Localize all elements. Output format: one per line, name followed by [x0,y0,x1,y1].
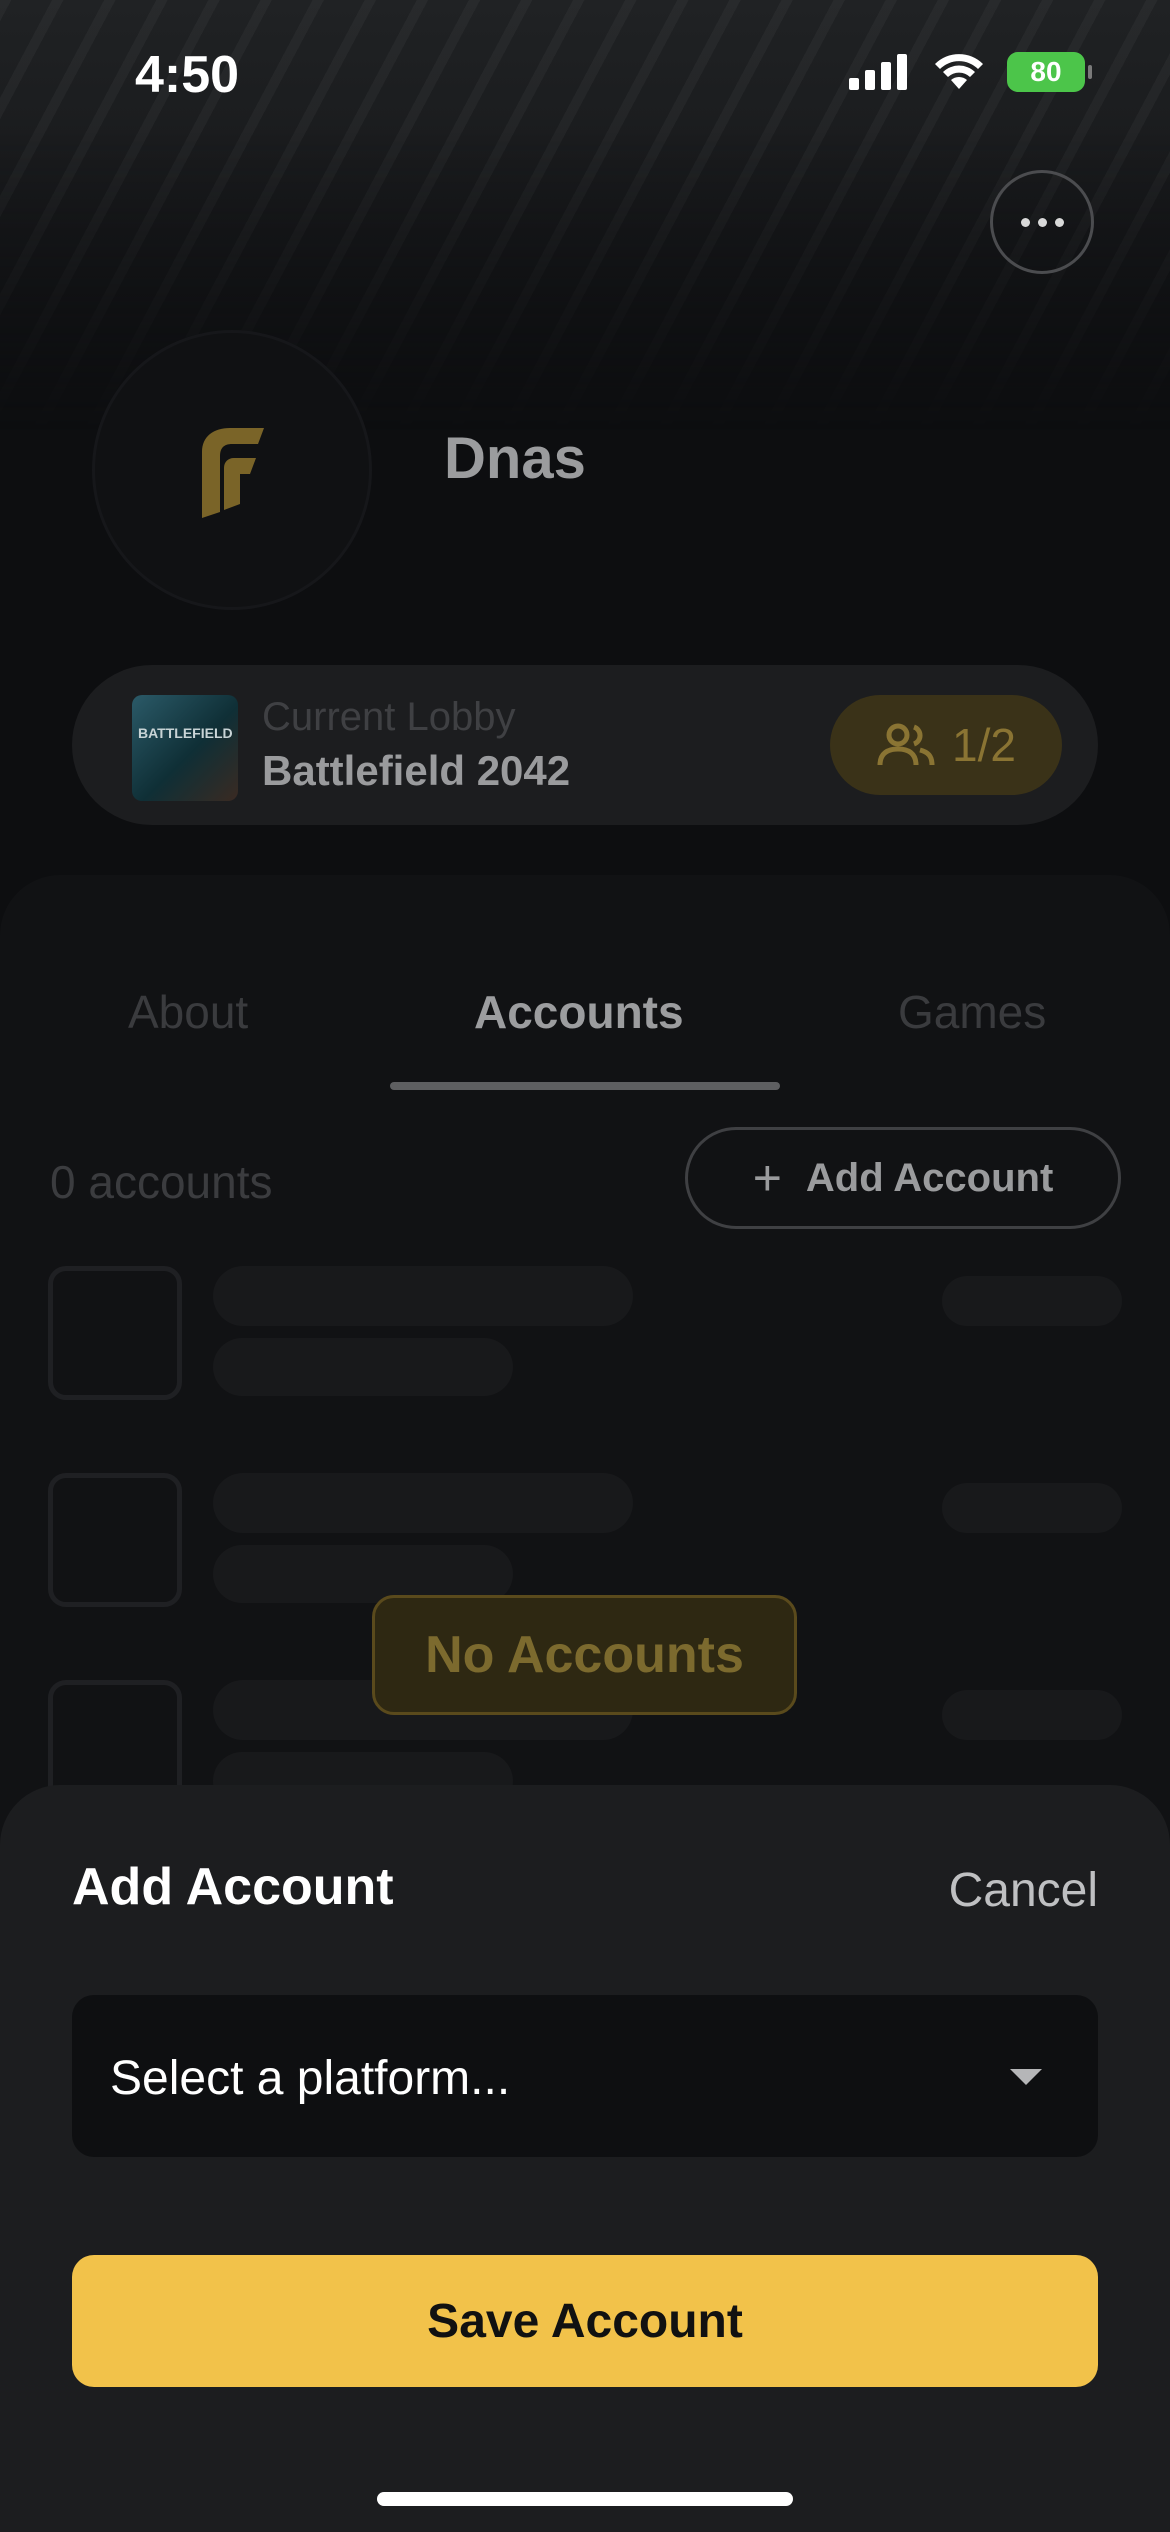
add-account-sheet: Add Account Cancel Select a platform... … [0,1785,1170,2532]
skeleton-line [213,1338,513,1396]
skeleton-line [213,1473,633,1533]
skeleton-line [213,1266,633,1326]
platform-select-placeholder: Select a platform... [110,2052,511,2105]
active-tab-indicator [390,1082,780,1090]
tab-games[interactable]: Games [898,985,1046,1039]
skeleton-avatar [48,1473,182,1607]
lobby-player-count: 1/2 [952,719,1016,771]
game-thumbnail: BATTLEFIELD [132,695,238,801]
tab-accounts[interactable]: Accounts [474,985,684,1039]
status-icons: 80 [849,52,1092,92]
more-options-button[interactable] [990,170,1094,274]
skeleton-line [942,1690,1122,1740]
plus-icon: + [752,1150,782,1206]
platform-select[interactable]: Select a platform... [72,1995,1098,2157]
add-account-button[interactable]: + Add Account [685,1127,1121,1229]
add-account-label: Add Account [805,1155,1054,1200]
cancel-button[interactable]: Cancel [949,1863,1098,1918]
skeleton-line [942,1483,1122,1533]
battery-percent: 80 [1030,56,1062,87]
avatar[interactable] [92,330,372,610]
save-account-button[interactable]: Save Account [72,2255,1098,2387]
account-skeleton-row [0,1473,1170,1613]
status-bar: 4:50 80 [0,0,1170,150]
home-indicator [377,2492,793,2506]
lobby-game-title: Battlefield 2042 [262,747,571,794]
profile-username: Dnas [444,426,586,491]
battery-icon: 80 [1007,52,1092,92]
game-thumbnail-text: BATTLEFIELD [138,725,233,741]
accounts-count: 0 accounts [50,1156,273,1208]
skeleton-line [942,1276,1122,1326]
signal-icon [849,54,907,90]
skeleton-avatar [48,1266,182,1400]
status-time: 4:50 [135,46,240,104]
profile-screen: 4:50 80 Dnas BATTLEFIELD Current Lobby B… [0,0,1170,2532]
tab-about[interactable]: About [128,985,248,1039]
ellipsis-icon [1020,217,1030,227]
chevron-down-icon [1010,2069,1042,2085]
lobby-player-count-badge[interactable]: 1/2 [830,695,1062,795]
app-logo-icon [202,428,264,518]
no-accounts-badge: No Accounts [372,1595,797,1715]
people-icon [877,723,935,766]
current-lobby-card[interactable]: BATTLEFIELD Current Lobby Battlefield 20… [72,665,1098,825]
account-skeleton-row [0,1266,1170,1406]
wifi-icon [935,54,983,89]
lobby-label: Current Lobby [262,695,516,739]
sheet-title: Add Account [72,1858,394,1916]
